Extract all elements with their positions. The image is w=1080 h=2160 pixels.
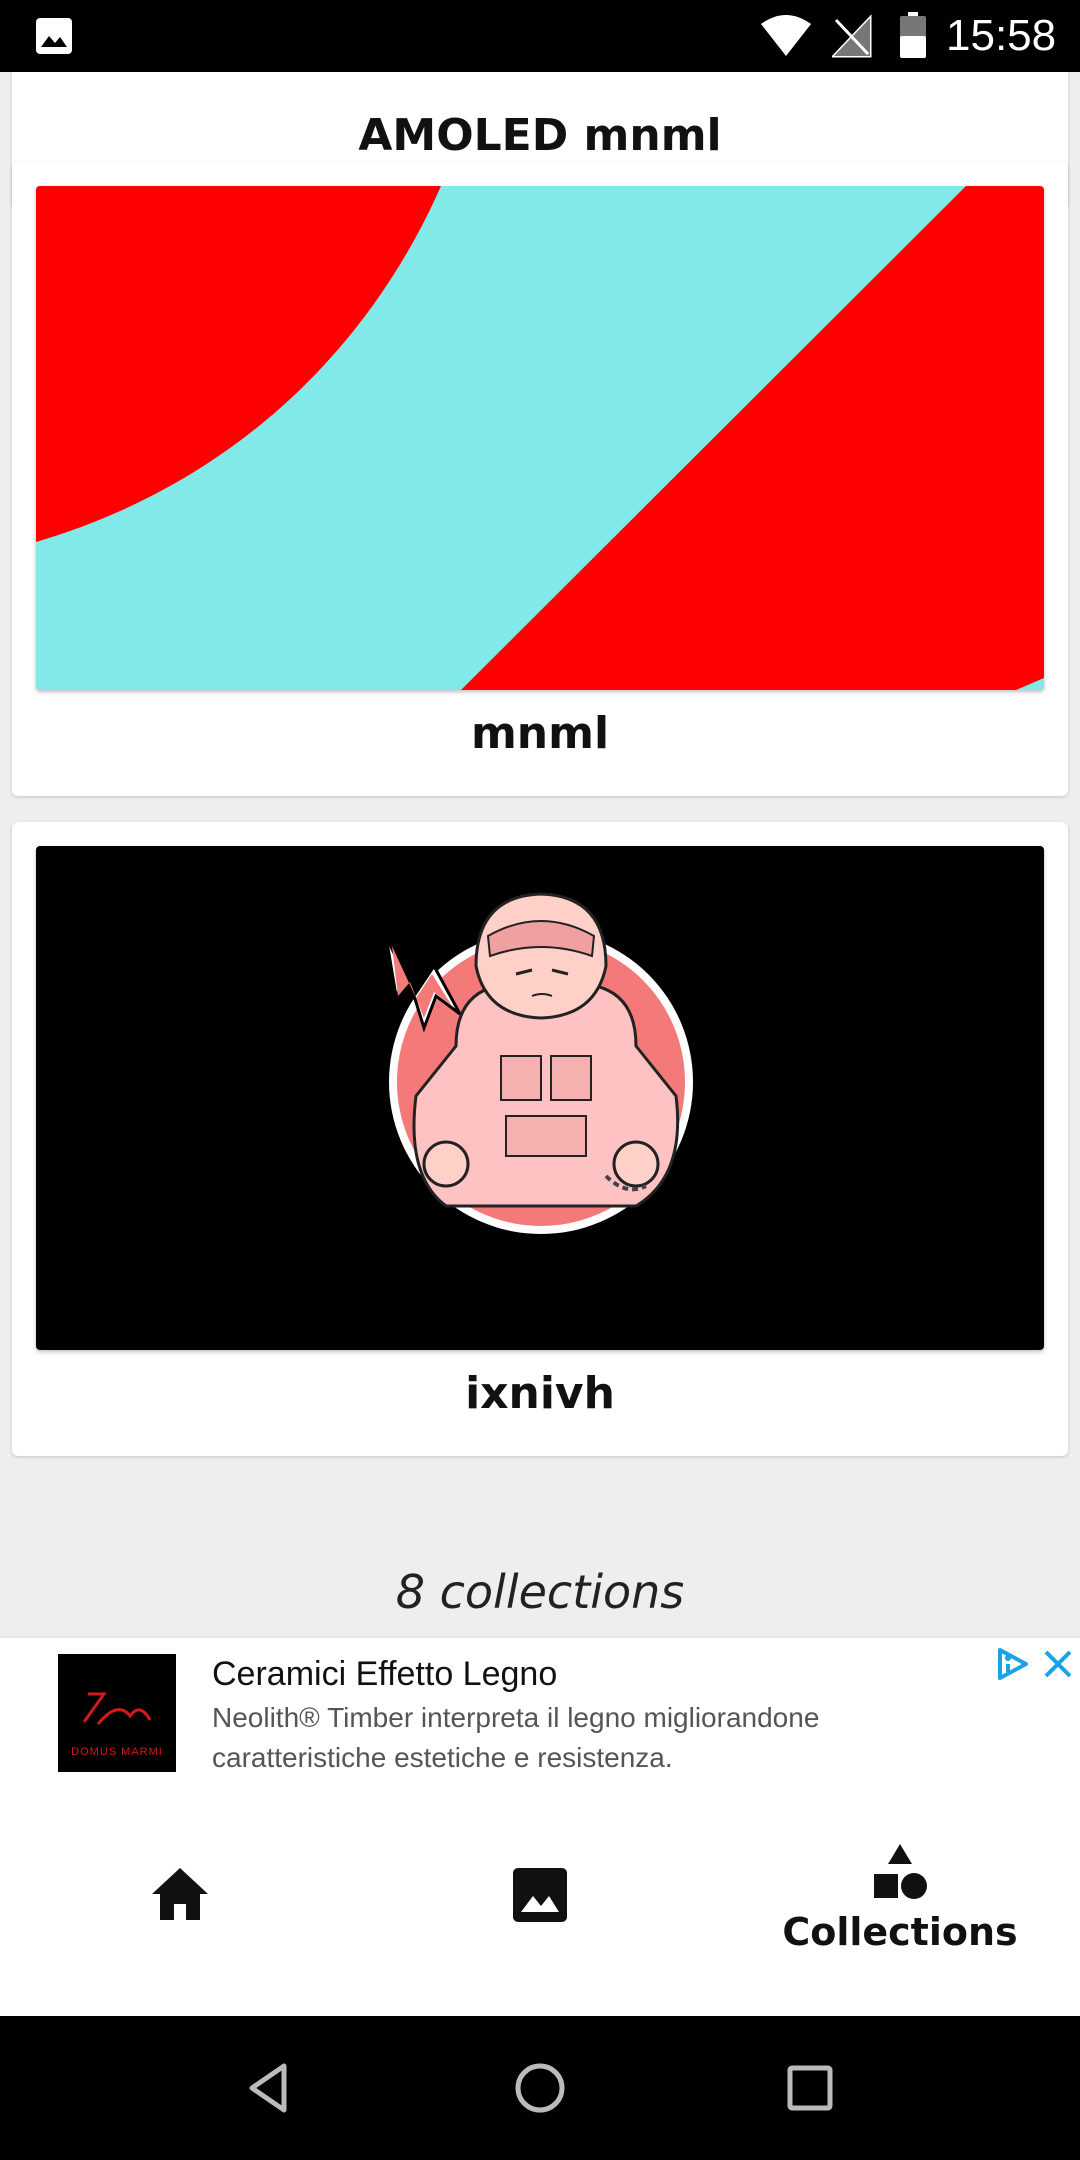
ad-banner[interactable]: DOMUS MARMI Ceramici Effetto Legno Neoli… [0, 1636, 1080, 1788]
ad-logo-text: DOMUS MARMI [71, 1746, 163, 1758]
image-icon [513, 1868, 567, 1922]
collections-list[interactable]: AMOLED mnml mnml ixnivh 8 collections [0, 72, 1080, 1788]
wifi-icon [761, 15, 811, 56]
collections-count: 8 collections [395, 1565, 685, 1619]
ad-close-icon[interactable] [1040, 1644, 1076, 1684]
collection-title: AMOLED mnml [358, 110, 722, 161]
nav-collections-label: Collections [782, 1910, 1018, 1954]
no-signal-icon [832, 14, 872, 58]
collection-thumbnail[interactable] [36, 846, 1044, 1350]
clock: 15:58 [946, 11, 1057, 60]
nav-home[interactable] [0, 1786, 360, 2016]
nav-wallpapers[interactable] [360, 1786, 720, 2016]
collection-thumbnail[interactable] [36, 186, 1044, 690]
battery-icon [900, 12, 926, 58]
home-icon [152, 1868, 208, 1920]
collection-card[interactable]: mnml [12, 162, 1068, 796]
home-circle-icon[interactable] [508, 2056, 572, 2120]
bottom-navigation: Collections [0, 1786, 1080, 2016]
ad-title[interactable]: Ceramici Effetto Legno [212, 1652, 557, 1696]
gallery-notification-icon [36, 18, 72, 54]
system-navigation-bar [0, 2016, 1080, 2160]
nav-collections[interactable]: Collections [720, 1786, 1080, 2016]
red-cyan-abstract-art [36, 186, 1044, 690]
ad-logo[interactable]: DOMUS MARMI [58, 1654, 176, 1772]
shapes-icon [874, 1844, 927, 1899]
hooded-character-illustration [384, 892, 693, 1234]
ad-choices-icon[interactable] [992, 1644, 1032, 1684]
status-bar: 15:58 [0, 0, 1080, 72]
collection-title: ixnivh [465, 1368, 615, 1419]
back-icon[interactable] [238, 2056, 302, 2120]
collection-title: mnml [470, 708, 610, 759]
collection-card[interactable]: ixnivh [12, 822, 1068, 1456]
recents-icon[interactable] [778, 2056, 842, 2120]
ad-description[interactable]: Neolith® Timber interpreta il legno migl… [212, 1698, 972, 1778]
